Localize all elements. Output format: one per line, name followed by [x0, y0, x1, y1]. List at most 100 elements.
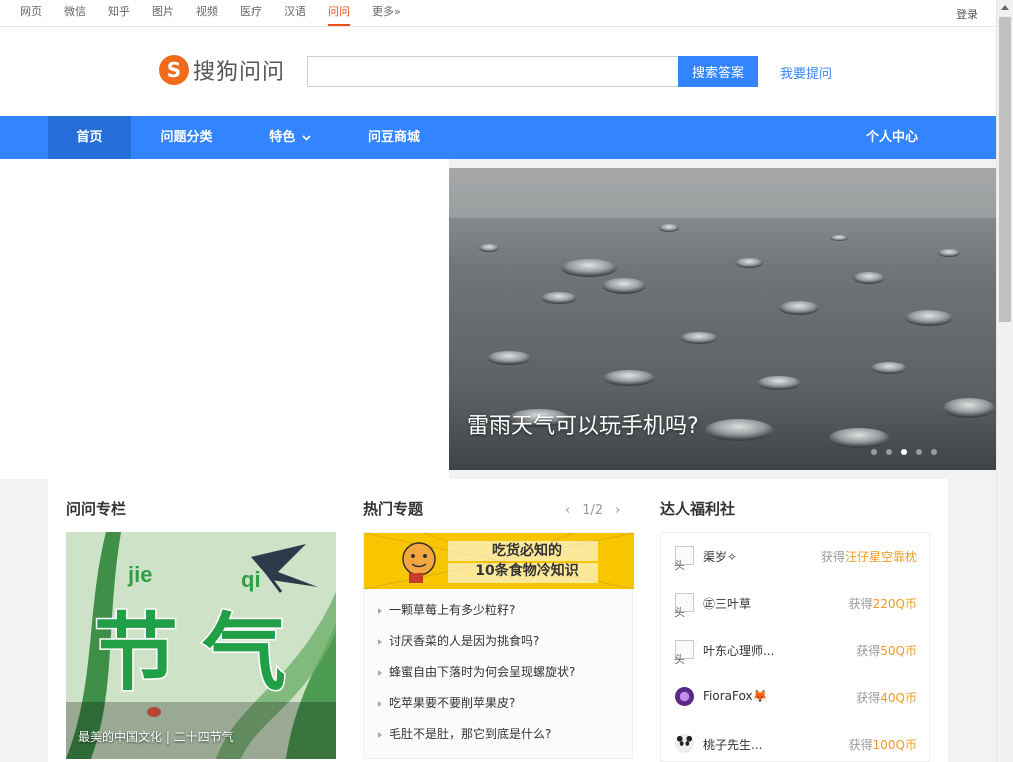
search-input[interactable]: [307, 56, 678, 87]
product-link-wechat[interactable]: 微信: [64, 0, 86, 26]
prize-value: 100Q币: [872, 738, 917, 752]
avatar-alt: 头: [674, 606, 685, 619]
welfare-user-name[interactable]: ㊣三叶草: [703, 595, 793, 612]
avatar[interactable]: 头: [674, 546, 694, 572]
product-link-web[interactable]: 网页: [20, 0, 42, 26]
avatar-alt: 头: [674, 653, 685, 666]
logo[interactable]: S 搜狗问问: [159, 54, 285, 86]
avatar[interactable]: [675, 687, 694, 706]
column-section-title: 问问专栏: [66, 500, 127, 518]
hot-topics-title: 热门专题: [363, 500, 424, 518]
welfare-list: 头 渠岁✧ 获得汪仔星空靠枕 头 ㊣三叶草 获得220Q币 头 叶东心理师...…: [660, 532, 930, 762]
topic-banner-text: 吃货必知的 10条食物冷知识: [452, 541, 602, 581]
carousel-dot[interactable]: [871, 449, 877, 455]
nav-featured[interactable]: 特色: [255, 116, 325, 159]
prize-value: 40Q币: [880, 691, 917, 705]
hot-topics-pager: ‹ 1/2 ›: [559, 503, 626, 518]
avatar[interactable]: [675, 734, 694, 753]
welfare-user-name[interactable]: 桃子先生...: [703, 736, 793, 753]
ask-question-link[interactable]: 我要提问: [780, 63, 832, 82]
carousel-dot[interactable]: [886, 449, 892, 455]
product-link-dictionary[interactable]: 汉语: [284, 0, 306, 26]
nav-categories[interactable]: 问题分类: [144, 116, 229, 159]
logo-mark-icon: S: [159, 55, 189, 85]
topic-banner-line1: 吃货必知的: [492, 543, 562, 559]
carousel-dot[interactable]: [916, 449, 922, 455]
product-link-medical[interactable]: 医疗: [240, 0, 262, 26]
login-link[interactable]: 登录: [956, 6, 978, 22]
topic-item[interactable]: 毛肚不是肚，那它到底是什么?: [364, 719, 632, 750]
carousel-dot[interactable]: [931, 449, 937, 455]
welfare-row[interactable]: 头 叶东心理师... 获得50Q币: [661, 640, 929, 687]
hot-topics-box: 吃货必知的 10条食物冷知识 一颗草莓上有多少粒籽? 讨厌香菜的人是因为挑食吗?…: [363, 532, 634, 759]
prize-value: 220Q币: [872, 597, 917, 611]
topic-banner-line2: 10条食物冷知识: [475, 563, 579, 579]
welfare-row[interactable]: FioraFox🦊 获得40Q币: [661, 687, 929, 734]
nav-featured-label: 特色: [269, 130, 296, 145]
prize-prefix: 获得: [848, 597, 873, 611]
topic-item[interactable]: 蜂蜜自由下落时为何会呈现螺旋状?: [364, 657, 632, 688]
carousel-dot-active[interactable]: [901, 449, 907, 455]
logo-text: 搜狗问问: [193, 60, 286, 85]
hero-carousel[interactable]: 雷雨天气可以玩手机吗?: [449, 168, 996, 470]
nav-categories-label: 问题分类: [160, 130, 213, 145]
prize-prefix: 获得: [856, 644, 881, 658]
nav-profile[interactable]: 个人中心: [850, 116, 934, 159]
topic-item[interactable]: 吃苹果要不要削苹果皮?: [364, 688, 632, 719]
column-card-caption[interactable]: 最美的中国文化 | 二十四节气: [78, 728, 234, 745]
main-nav: 首页 问题分类 特色 问豆商城 个人中心: [0, 116, 996, 159]
card-word-jie: jie: [127, 562, 152, 587]
welfare-prize: 获得100Q币: [849, 736, 917, 753]
welfare-row[interactable]: 头 ㊣三叶草 获得220Q币: [661, 593, 929, 640]
product-link-wenwen[interactable]: 问问: [328, 0, 350, 26]
card-word-qi: qi: [241, 567, 261, 592]
prize-prefix: 获得: [856, 691, 881, 705]
vertical-scrollbar[interactable]: [996, 0, 1013, 762]
header: S 搜狗问问 搜索答案 我要提问: [0, 27, 996, 116]
hero-caption[interactable]: 雷雨天气可以玩手机吗?: [467, 408, 699, 440]
topic-item[interactable]: 一颗草莓上有多少粒籽?: [364, 595, 632, 626]
scroll-up-arrow-icon[interactable]: [1001, 5, 1009, 10]
product-link-video[interactable]: 视频: [196, 0, 218, 26]
nav-home[interactable]: 首页: [48, 116, 131, 159]
scroll-thumb[interactable]: [999, 17, 1011, 322]
avatar[interactable]: 头: [674, 593, 694, 619]
card-big-jie: 节: [94, 604, 178, 702]
nav-shop-label: 问豆商城: [367, 130, 420, 145]
product-link-more[interactable]: 更多»: [372, 0, 401, 26]
welfare-prize: 获得40Q币: [856, 689, 917, 706]
carousel-dots: [871, 449, 937, 455]
card-big-qi: 气: [202, 604, 286, 702]
welfare-user-name[interactable]: FioraFox🦊: [703, 689, 793, 703]
pager-next-icon[interactable]: ›: [615, 503, 620, 518]
welfare-user-name[interactable]: 渠岁✧: [703, 548, 793, 565]
nav-home-label: 首页: [76, 130, 103, 145]
solar-terms-illustration: jie qi 节 气: [66, 532, 336, 759]
welfare-prize: 获得220Q币: [849, 595, 917, 612]
search-button[interactable]: 搜索答案: [678, 56, 758, 87]
chevron-down-icon: [302, 134, 311, 141]
pager-page: 1/2: [582, 503, 604, 518]
prize-value: 50Q币: [880, 644, 917, 658]
topic-item[interactable]: 讨厌香菜的人是因为挑食吗?: [364, 626, 632, 657]
welfare-row[interactable]: 桃子先生... 获得100Q币: [661, 734, 929, 762]
column-card[interactable]: jie qi 节 气 最美的中国文化 | 二十四节气: [66, 532, 336, 759]
nav-profile-label: 个人中心: [865, 130, 918, 145]
avatar[interactable]: 头: [674, 640, 694, 666]
topic-list: 一颗草莓上有多少粒籽? 讨厌香菜的人是因为挑食吗? 蜂蜜自由下落时为何会呈现螺旋…: [364, 589, 632, 750]
pager-prev-icon[interactable]: ‹: [565, 503, 570, 518]
welfare-prize: 获得汪仔星空靠枕: [821, 548, 917, 565]
welfare-user-name[interactable]: 叶东心理师...: [703, 642, 793, 659]
welfare-prize: 获得50Q币: [856, 642, 917, 659]
top-bar: 网页 微信 知乎 图片 视频 医疗 汉语 问问 更多» 登录: [0, 0, 996, 27]
topic-banner[interactable]: 吃货必知的 10条食物冷知识: [364, 533, 634, 589]
prize-prefix: 获得: [848, 738, 873, 752]
product-link-zhihu[interactable]: 知乎: [108, 0, 130, 26]
avatar-alt: 头: [674, 559, 685, 572]
nav-shop[interactable]: 问豆商城: [352, 116, 436, 159]
prize-value: 汪仔星空靠枕: [844, 550, 917, 564]
product-link-images[interactable]: 图片: [152, 0, 174, 26]
welfare-title: 达人福利社: [660, 500, 736, 518]
content-panel: 问问专栏 jie qi 节 气 最美的中国文化 | 二十四节气 热门专题 ‹ 1/…: [48, 479, 948, 762]
welfare-row[interactable]: 头 渠岁✧ 获得汪仔星空靠枕: [661, 546, 929, 593]
